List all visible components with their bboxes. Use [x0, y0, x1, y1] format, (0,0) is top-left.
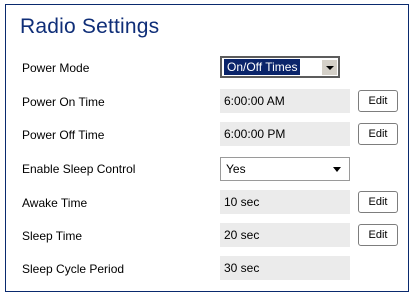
power-mode-select[interactable]: On/Off Times	[220, 56, 340, 78]
sleep-time-value: 20 sec	[220, 223, 350, 247]
power-mode-selected-value: On/Off Times	[224, 59, 301, 75]
enable-sleep-control-label: Enable Sleep Control	[22, 162, 136, 176]
enable-sleep-control-select[interactable]: Yes	[220, 157, 350, 181]
chevron-down-icon[interactable]	[333, 167, 341, 172]
awake-time-label: Awake Time	[22, 196, 88, 210]
edit-awake-time-button[interactable]: Edit	[358, 191, 398, 213]
power-on-time-value: 6:00:00 AM	[220, 89, 350, 113]
power-mode-label: Power Mode	[22, 61, 90, 75]
enable-sleep-control-selected-value: Yes	[226, 162, 246, 176]
awake-time-value: 10 sec	[220, 190, 350, 214]
row-awake-time: Awake Time 10 sec Edit	[6, 190, 408, 216]
edit-power-off-time-button[interactable]: Edit	[358, 123, 398, 145]
power-off-time-label: Power Off Time	[22, 128, 105, 142]
row-enable-sleep-control: Enable Sleep Control Yes	[6, 156, 408, 182]
power-on-time-label: Power On Time	[22, 95, 105, 109]
row-power-off-time: Power Off Time 6:00:00 PM Edit	[6, 122, 408, 148]
sleep-cycle-period-label: Sleep Cycle Period	[22, 262, 125, 276]
edit-power-on-time-button[interactable]: Edit	[358, 90, 398, 112]
row-sleep-cycle-period: Sleep Cycle Period 30 sec	[6, 256, 408, 282]
power-off-time-value: 6:00:00 PM	[220, 122, 350, 146]
sleep-cycle-period-value: 30 sec	[220, 256, 350, 280]
edit-sleep-time-button[interactable]: Edit	[358, 224, 398, 246]
radio-settings-panel: Radio Settings Power Mode On/Off Times P…	[5, 4, 409, 292]
row-power-on-time: Power On Time 6:00:00 AM Edit	[6, 89, 408, 115]
page-title: Radio Settings	[20, 15, 160, 38]
row-sleep-time: Sleep Time 20 sec Edit	[6, 223, 408, 249]
chevron-down-icon[interactable]	[321, 59, 337, 75]
sleep-time-label: Sleep Time	[22, 229, 83, 243]
row-power-mode: Power Mode On/Off Times	[6, 55, 408, 81]
